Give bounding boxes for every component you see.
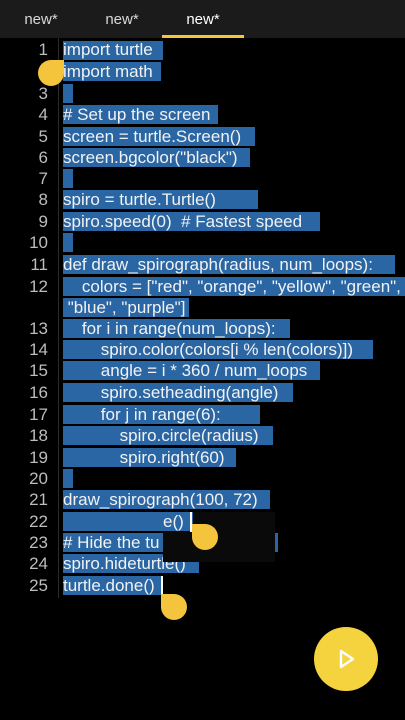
code-line: spiro.circle(radius): [63, 426, 259, 445]
line-number: 12: [29, 277, 48, 296]
line-number: 4: [38, 105, 48, 124]
code-line: turtle.done(): [63, 576, 155, 595]
line-number-gutter: 1 2 3 4 5 6 7 8 9 10 11 12 13 14 15 16 1…: [0, 38, 56, 638]
selection-end-handle[interactable]: [161, 594, 187, 620]
selection-start-handle[interactable]: [38, 60, 64, 86]
line-number: 15: [29, 361, 48, 380]
line-number: 20: [29, 469, 48, 488]
line-number: 25: [29, 576, 48, 595]
line-number: 8: [38, 190, 48, 209]
tab-new-3-active[interactable]: new*: [162, 0, 244, 38]
line-number: 24: [29, 554, 48, 573]
line-number: 6: [38, 148, 48, 167]
line-number: 21: [29, 490, 48, 509]
selection-highlight: [63, 233, 73, 252]
tab-label: new*: [24, 10, 58, 28]
code-line: angle = i * 360 / num_loops: [63, 361, 308, 380]
line-number: 7: [38, 169, 48, 188]
cursor-drag-handle[interactable]: [192, 524, 218, 550]
line-number: 22: [29, 512, 48, 531]
code-line: colors = ["red", "orange", "yellow", "gr…: [63, 277, 401, 296]
play-icon: [339, 649, 355, 669]
text-cursor: [161, 576, 163, 596]
code-line: spiro.speed(0) # Fastest speed: [63, 212, 303, 231]
line-number: 5: [38, 127, 48, 146]
code-line: spiro.setheading(angle): [63, 383, 279, 402]
tab-new-2[interactable]: new*: [82, 0, 162, 38]
tab-label: new*: [186, 10, 220, 28]
code-line: # Hide the tu: [63, 533, 160, 552]
line-number: 17: [29, 405, 48, 424]
selection-highlight: [63, 169, 73, 188]
selection-highlight: [63, 84, 73, 103]
tab-bar: new* new* new*: [0, 0, 405, 38]
tab-label: new*: [105, 10, 139, 28]
line-number: 13: [29, 319, 48, 338]
line-number: 3: [38, 84, 48, 103]
code-line: screen.bgcolor("black"): [63, 148, 238, 167]
code-line: def draw_spirograph(radius, num_loops):: [63, 255, 373, 274]
code-line-wrapped: "blue", "purple"]: [63, 298, 186, 317]
code-editor[interactable]: 1 2 3 4 5 6 7 8 9 10 11 12 13 14 15 16 1…: [0, 38, 405, 720]
code-line: import math: [63, 62, 153, 81]
line-number: 10: [29, 233, 48, 252]
selection-highlight: [63, 469, 73, 488]
line-number: 1: [38, 40, 48, 59]
code-line: spiro.right(60): [63, 448, 225, 467]
line-number: 11: [30, 255, 48, 274]
code-line: for j in range(6):: [63, 405, 221, 424]
code-line: spiro = turtle.Turtle(): [63, 190, 216, 209]
run-button[interactable]: [314, 627, 378, 691]
popup-code-fragment: e(): [163, 512, 184, 531]
code-line: screen = turtle.Screen(): [63, 127, 242, 146]
code-line: draw_spirograph(100, 72): [63, 490, 258, 509]
line-number: 19: [29, 448, 48, 467]
code-line: import turtle: [63, 40, 153, 59]
code-line: # Set up the screen: [63, 105, 211, 124]
code-line: for i in range(num_loops):: [63, 319, 276, 338]
line-number: 18: [29, 426, 48, 445]
code-line: spiro.color(colors[i % len(colors)]): [63, 340, 354, 359]
gutter-divider: [58, 38, 59, 598]
selection-context-popup[interactable]: e(): [163, 512, 275, 562]
line-number: 16: [29, 383, 48, 402]
line-number: 14: [29, 340, 48, 359]
tab-new-1[interactable]: new*: [0, 0, 82, 38]
line-number: 9: [38, 212, 48, 231]
line-number: 23: [29, 533, 48, 552]
